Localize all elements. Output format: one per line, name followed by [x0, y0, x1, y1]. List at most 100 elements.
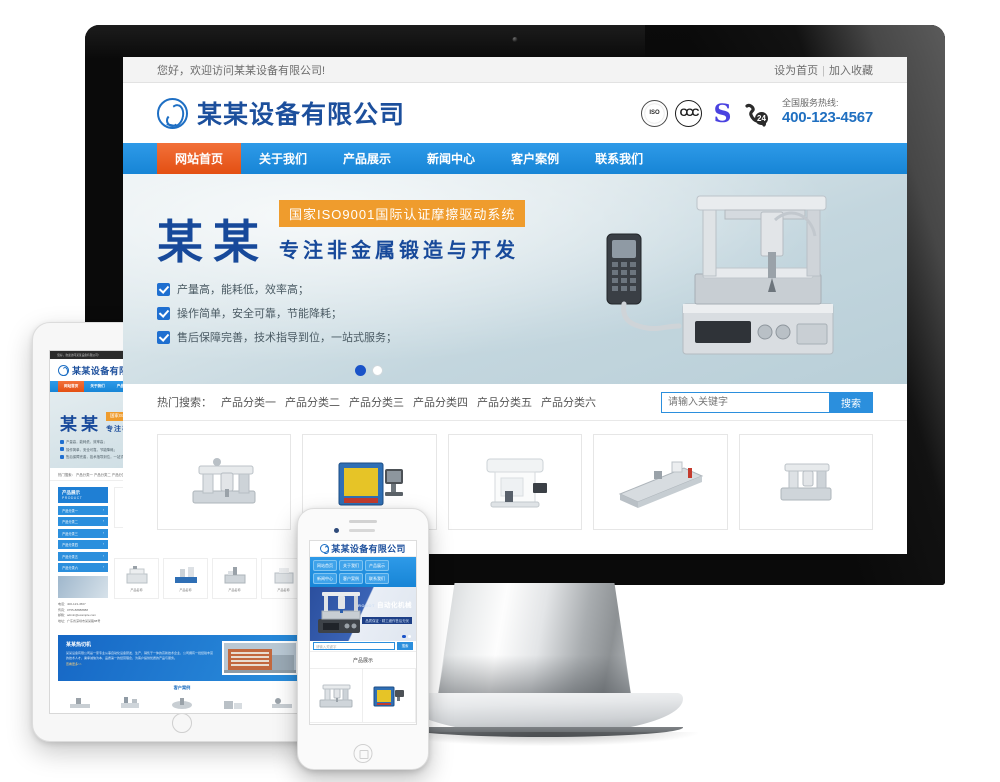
website-desktop: 您好，欢迎访问某某设备有限公司! 设为首页 | 加入收藏 某某设备有限公司 ISO [123, 57, 907, 554]
site-topbar: 您好，欢迎访问某某设备有限公司! 设为首页 | 加入收藏 [123, 57, 907, 83]
product-card[interactable] [447, 434, 583, 530]
tablet-case-item[interactable] [58, 693, 104, 713]
welcome-text: 您好，欢迎访问某某设备有限公司! [157, 64, 326, 77]
tablet-home-button[interactable] [172, 713, 192, 733]
phone-nav-home[interactable]: 网站首页 [313, 560, 337, 571]
check-icon [60, 447, 64, 451]
tablet-product-cell[interactable]: 产品名称 [212, 557, 257, 599]
product-card[interactable] [593, 434, 728, 530]
phone-search-button[interactable]: 搜索 [397, 642, 413, 650]
tablet-case-item[interactable] [159, 693, 205, 713]
logo-mark-icon [58, 364, 69, 376]
site-header: 某某设备有限公司 ISO CCC S 24 全国服务热线: 400-123-45… [123, 83, 907, 143]
keyword-link[interactable]: 产品分类二 [285, 397, 340, 409]
tablet-case-item[interactable] [109, 693, 155, 713]
tablet-nav-about[interactable]: 关于我们 [84, 381, 110, 392]
slider-dot-2[interactable] [372, 365, 383, 376]
keyword-link[interactable]: 产品分类一 [221, 397, 276, 409]
product-card[interactable] [738, 434, 874, 530]
tablet-sidebar-item[interactable]: 产品分类六 › [58, 563, 108, 572]
topbar-links: 设为首页 | 加入收藏 [774, 62, 873, 78]
logo-text: 某某设备有限公司 [197, 100, 406, 129]
tablet-sidebar-subtitle: PRODUCT [62, 496, 83, 500]
hotline-block: 全国服务热线: 400-123-4567 [782, 98, 873, 128]
nav-item-home[interactable]: 网站首页 [157, 143, 242, 174]
keyword-link[interactable]: 产品分类六 [541, 397, 596, 409]
nav-item-news[interactable]: 新闻中心 [409, 143, 493, 174]
phone-nav-cases[interactable]: 客户案例 [339, 573, 363, 584]
phone-camera-icon [334, 528, 339, 533]
tablet-sidebar-item[interactable]: 产品分类二 › [58, 517, 108, 526]
tablet-sidebar-item[interactable]: 产品分类五 › [58, 551, 108, 561]
banner-bullet-text: 售后保障完善，技术指导到位，一站式服务； [177, 332, 397, 344]
phone-nav-products[interactable]: 产品展示 [365, 560, 389, 571]
s-badge-text: S [713, 98, 732, 128]
phone-slider-dot-1[interactable] [402, 634, 406, 638]
set-homepage-link[interactable]: 设为首页 [774, 65, 818, 77]
phone-banner-prefix: ROBOT [358, 603, 375, 608]
tablet-cases-title: 客户案例 [173, 684, 191, 690]
main-navigation: 网站首页 关于我们 产品展示 新闻中心 客户案例 联系我们 [123, 143, 907, 174]
phone-speaker [349, 520, 377, 523]
tablet-building-photo [222, 640, 298, 675]
phone-header: 某某设备有限公司 [310, 541, 416, 557]
tablet-bullet-text: 操作简单，安全可靠，节能降耗； [66, 447, 117, 452]
keyword-link[interactable]: 产品分类一 [76, 473, 93, 477]
tablet-bullet-text: 产量高，能耗低，效率高； [66, 440, 107, 444]
phone-logo-text: 某某设备有限公司 [331, 545, 406, 555]
phone-device: 某某设备有限公司 网站首页 关于我们 产品展示 新闻中心 客户案例 联系我们 R… [297, 508, 429, 770]
tablet-case-item[interactable] [210, 693, 256, 713]
chevron-right-icon: › [102, 553, 104, 558]
tablet-sidebar-item[interactable]: 产品分类一 › [58, 505, 108, 515]
tablet-about-paragraph: 某某设备有限公司是一家专业从事自动化设备研发、生产、销售于一体的高新技术企业，公… [66, 650, 214, 661]
tablet-product-caption: 产品名称 [179, 587, 192, 592]
tablet-about-title: 某某热切机 [66, 641, 92, 648]
tablet-product-cell[interactable]: 产品名称 [163, 557, 208, 599]
phone-banner-text: ROBOT 自动化机械 品质保证 · 精工细作售后无忧 [358, 599, 412, 627]
phone-slider-dot-2[interactable] [407, 634, 411, 638]
tablet-sidebar-item[interactable]: 产品分类三 › [58, 528, 108, 538]
tablet-product-caption: 产品名称 [130, 587, 143, 592]
tablet-product-cell[interactable]: 产品名称 [114, 557, 159, 599]
tablet-banner-big-text: 某某 [60, 415, 102, 435]
phone-product-grid [310, 669, 416, 723]
banner-bullet-item: 产量高，能耗低，效率高； [157, 281, 525, 297]
desktop-monitor: 您好，欢迎访问某某设备有限公司! 设为首页 | 加入收藏 某某设备有限公司 ISO [85, 25, 945, 585]
product-card[interactable] [157, 434, 292, 530]
tablet-about-more-link[interactable]: 查看更多>> [66, 662, 214, 666]
phone-nav-contact[interactable]: 联系我们 [365, 573, 389, 584]
ccc-badge-text: CCC [679, 107, 700, 119]
phone-home-button[interactable] [353, 744, 373, 763]
add-favorite-link[interactable]: 加入收藏 [829, 65, 873, 77]
slider-dot-1[interactable] [355, 365, 366, 376]
logo-mark-icon [320, 544, 330, 554]
nav-item-about[interactable]: 关于我们 [241, 143, 325, 174]
hot-keywords-label: 热门搜索： [157, 397, 212, 409]
phone-product-cell[interactable] [363, 669, 416, 723]
chevron-right-icon: › [102, 542, 104, 546]
tablet-sidebar-photo [58, 576, 108, 598]
phone-nav-news[interactable]: 新闻中心 [313, 573, 337, 584]
product-card-row [123, 421, 907, 530]
keyword-link[interactable]: 产品分类三 [349, 397, 404, 409]
phone-nav-about[interactable]: 关于我们 [339, 560, 363, 571]
tablet-sidebar-item[interactable]: 产品分类四 › [58, 540, 108, 549]
phone-slider-dots [402, 634, 411, 638]
nav-item-cases[interactable]: 客户案例 [493, 143, 577, 174]
keyword-link[interactable]: 产品分类四 [413, 397, 468, 409]
nav-item-contact[interactable]: 联系我们 [577, 143, 661, 174]
header-right: ISO CCC S 24 全国服务热线: 400-123-4567 [640, 98, 873, 128]
site-logo[interactable]: 某某设备有限公司 [157, 95, 405, 131]
tablet-nav-home[interactable]: 网站首页 [58, 381, 85, 392]
keyword-link[interactable]: 产品分类二 [94, 473, 111, 477]
keyword-link[interactable]: 产品分类五 [477, 397, 532, 409]
nav-item-products[interactable]: 产品展示 [325, 143, 409, 174]
phone-product-cell[interactable] [310, 669, 363, 723]
phone-banner-title: ROBOT 自动化机械 [358, 599, 412, 609]
phone-search-input[interactable]: 请输入关键字 [313, 642, 395, 650]
check-icon [157, 306, 170, 320]
search-button[interactable]: 搜索 [829, 391, 873, 413]
tablet-product-caption: 产品名称 [228, 587, 241, 592]
search-input[interactable] [661, 391, 829, 413]
banner-content: 某某 国家ISO9001国际认证摩擦驱动系统 专注非金属锻造与开发 产量高，能耗… [157, 200, 526, 353]
